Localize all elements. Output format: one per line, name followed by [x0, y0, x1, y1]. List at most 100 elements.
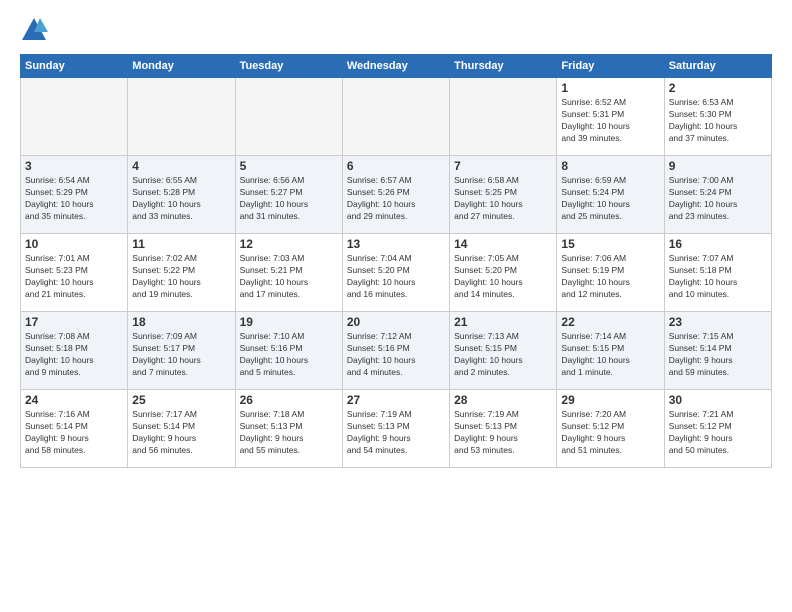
day-number: 18: [132, 315, 230, 329]
cell-content: Sunrise: 7:16 AM Sunset: 5:14 PM Dayligh…: [25, 409, 123, 457]
calendar-cell: [235, 78, 342, 156]
cell-content: Sunrise: 7:18 AM Sunset: 5:13 PM Dayligh…: [240, 409, 338, 457]
cell-content: Sunrise: 7:06 AM Sunset: 5:19 PM Dayligh…: [561, 253, 659, 301]
calendar-cell: 14Sunrise: 7:05 AM Sunset: 5:20 PM Dayli…: [450, 234, 557, 312]
calendar-cell: 26 Sunrise: 7:18 AM Sunset: 5:13 PM Dayli…: [235, 390, 342, 468]
day-number: 10: [25, 237, 123, 251]
day-number: 15: [561, 237, 659, 251]
page: SundayMondayTuesdayWednesdayThursdayFrid…: [0, 0, 792, 478]
cell-content: Sunrise: 7:09 AM Sunset: 5:17 PM Dayligh…: [132, 331, 230, 379]
header-cell-monday: Monday: [128, 55, 235, 78]
calendar-cell: 28Sunrise: 7:19 AM Sunset: 5:13 PM Dayli…: [450, 390, 557, 468]
cell-content: Sunrise: 7:14 AM Sunset: 5:15 PM Dayligh…: [561, 331, 659, 379]
header-cell-thursday: Thursday: [450, 55, 557, 78]
day-number: 6: [347, 159, 445, 173]
calendar-cell: 17 Sunrise: 7:08 AM Sunset: 5:18 PM Dayli…: [21, 312, 128, 390]
header-cell-wednesday: Wednesday: [342, 55, 449, 78]
day-number: 17: [25, 315, 123, 329]
day-number: 16: [669, 237, 767, 251]
day-number: 24: [25, 393, 123, 407]
cell-content: Sunrise: 6:56 AM Sunset: 5:27 PM Dayligh…: [240, 175, 338, 223]
calendar-cell: 5 Sunrise: 6:56 AM Sunset: 5:27 PM Daylig…: [235, 156, 342, 234]
day-number: 9: [669, 159, 767, 173]
cell-content: Sunrise: 7:12 AM Sunset: 5:16 PM Dayligh…: [347, 331, 445, 379]
calendar-cell: 24 Sunrise: 7:16 AM Sunset: 5:14 PM Dayli…: [21, 390, 128, 468]
cell-content: Sunrise: 7:17 AM Sunset: 5:14 PM Dayligh…: [132, 409, 230, 457]
cell-content: Sunrise: 7:19 AM Sunset: 5:13 PM Dayligh…: [347, 409, 445, 457]
day-number: 23: [669, 315, 767, 329]
calendar-cell: 4 Sunrise: 6:55 AM Sunset: 5:28 PM Daylig…: [128, 156, 235, 234]
calendar-cell: 23 Sunrise: 7:15 AM Sunset: 5:14 PM Dayli…: [664, 312, 771, 390]
cell-content: Sunrise: 7:13 AM Sunset: 5:15 PM Dayligh…: [454, 331, 552, 379]
day-number: 13: [347, 237, 445, 251]
calendar-cell: [450, 78, 557, 156]
day-number: 8: [561, 159, 659, 173]
day-number: 4: [132, 159, 230, 173]
calendar-cell: 16Sunrise: 7:07 AM Sunset: 5:18 PM Dayli…: [664, 234, 771, 312]
calendar-cell: 1 Sunrise: 6:52 AM Sunset: 5:31 PM Daylig…: [557, 78, 664, 156]
calendar-cell: 11 Sunrise: 7:02 AM Sunset: 5:22 PM Dayli…: [128, 234, 235, 312]
cell-content: Sunrise: 7:01 AM Sunset: 5:23 PM Dayligh…: [25, 253, 123, 301]
day-number: 25: [132, 393, 230, 407]
day-number: 2: [669, 81, 767, 95]
cell-content: Sunrise: 6:55 AM Sunset: 5:28 PM Dayligh…: [132, 175, 230, 223]
calendar-row: 10 Sunrise: 7:01 AM Sunset: 5:23 PM Dayli…: [21, 234, 772, 312]
calendar-cell: 29 Sunrise: 7:20 AM Sunset: 5:12 PM Dayli…: [557, 390, 664, 468]
cell-content: Sunrise: 7:04 AM Sunset: 5:20 PM Dayligh…: [347, 253, 445, 301]
cell-content: Sunrise: 7:03 AM Sunset: 5:21 PM Dayligh…: [240, 253, 338, 301]
day-number: 27: [347, 393, 445, 407]
cell-content: Sunrise: 7:02 AM Sunset: 5:22 PM Dayligh…: [132, 253, 230, 301]
day-number: 1: [561, 81, 659, 95]
cell-content: Sunrise: 7:00 AM Sunset: 5:24 PM Dayligh…: [669, 175, 767, 223]
day-number: 20: [347, 315, 445, 329]
calendar-row: 17 Sunrise: 7:08 AM Sunset: 5:18 PM Dayli…: [21, 312, 772, 390]
calendar-cell: 13 Sunrise: 7:04 AM Sunset: 5:20 PM Dayli…: [342, 234, 449, 312]
cell-content: Sunrise: 7:21 AM Sunset: 5:12 PM Dayligh…: [669, 409, 767, 457]
cell-content: Sunrise: 7:05 AM Sunset: 5:20 PM Dayligh…: [454, 253, 552, 301]
calendar-table: SundayMondayTuesdayWednesdayThursdayFrid…: [20, 54, 772, 468]
calendar-cell: 7 Sunrise: 6:58 AM Sunset: 5:25 PM Daylig…: [450, 156, 557, 234]
header-cell-tuesday: Tuesday: [235, 55, 342, 78]
calendar-cell: 3 Sunrise: 6:54 AM Sunset: 5:29 PM Daylig…: [21, 156, 128, 234]
cell-content: Sunrise: 7:20 AM Sunset: 5:12 PM Dayligh…: [561, 409, 659, 457]
day-number: 30: [669, 393, 767, 407]
cell-content: Sunrise: 6:59 AM Sunset: 5:24 PM Dayligh…: [561, 175, 659, 223]
logo: [20, 16, 52, 44]
calendar-cell: [21, 78, 128, 156]
cell-content: Sunrise: 6:54 AM Sunset: 5:29 PM Dayligh…: [25, 175, 123, 223]
cell-content: Sunrise: 6:53 AM Sunset: 5:30 PM Dayligh…: [669, 97, 767, 145]
calendar-cell: 25 Sunrise: 7:17 AM Sunset: 5:14 PM Dayli…: [128, 390, 235, 468]
calendar-cell: [342, 78, 449, 156]
cell-content: Sunrise: 6:52 AM Sunset: 5:31 PM Dayligh…: [561, 97, 659, 145]
header-cell-sunday: Sunday: [21, 55, 128, 78]
calendar-row: 1 Sunrise: 6:52 AM Sunset: 5:31 PM Daylig…: [21, 78, 772, 156]
cell-content: Sunrise: 7:10 AM Sunset: 5:16 PM Dayligh…: [240, 331, 338, 379]
day-number: 26: [240, 393, 338, 407]
calendar-cell: 21Sunrise: 7:13 AM Sunset: 5:15 PM Dayli…: [450, 312, 557, 390]
header-row: SundayMondayTuesdayWednesdayThursdayFrid…: [21, 55, 772, 78]
cell-content: Sunrise: 6:58 AM Sunset: 5:25 PM Dayligh…: [454, 175, 552, 223]
cell-content: Sunrise: 7:15 AM Sunset: 5:14 PM Dayligh…: [669, 331, 767, 379]
day-number: 3: [25, 159, 123, 173]
cell-content: Sunrise: 7:08 AM Sunset: 5:18 PM Dayligh…: [25, 331, 123, 379]
header-cell-saturday: Saturday: [664, 55, 771, 78]
calendar-cell: 2 Sunrise: 6:53 AM Sunset: 5:30 PM Daylig…: [664, 78, 771, 156]
day-number: 29: [561, 393, 659, 407]
header-cell-friday: Friday: [557, 55, 664, 78]
calendar-cell: 22 Sunrise: 7:14 AM Sunset: 5:15 PM Dayli…: [557, 312, 664, 390]
calendar-cell: 9 Sunrise: 7:00 AM Sunset: 5:24 PM Daylig…: [664, 156, 771, 234]
cell-content: Sunrise: 6:57 AM Sunset: 5:26 PM Dayligh…: [347, 175, 445, 223]
day-number: 22: [561, 315, 659, 329]
calendar-row: 24 Sunrise: 7:16 AM Sunset: 5:14 PM Dayli…: [21, 390, 772, 468]
day-number: 11: [132, 237, 230, 251]
day-number: 7: [454, 159, 552, 173]
calendar-cell: 18 Sunrise: 7:09 AM Sunset: 5:17 PM Dayli…: [128, 312, 235, 390]
day-number: 12: [240, 237, 338, 251]
calendar-cell: 12 Sunrise: 7:03 AM Sunset: 5:21 PM Dayli…: [235, 234, 342, 312]
calendar-cell: 8 Sunrise: 6:59 AM Sunset: 5:24 PM Daylig…: [557, 156, 664, 234]
header: [20, 16, 772, 44]
calendar-cell: 15 Sunrise: 7:06 AM Sunset: 5:19 PM Dayli…: [557, 234, 664, 312]
calendar-cell: 10 Sunrise: 7:01 AM Sunset: 5:23 PM Dayli…: [21, 234, 128, 312]
calendar-cell: 20 Sunrise: 7:12 AM Sunset: 5:16 PM Dayli…: [342, 312, 449, 390]
day-number: 5: [240, 159, 338, 173]
